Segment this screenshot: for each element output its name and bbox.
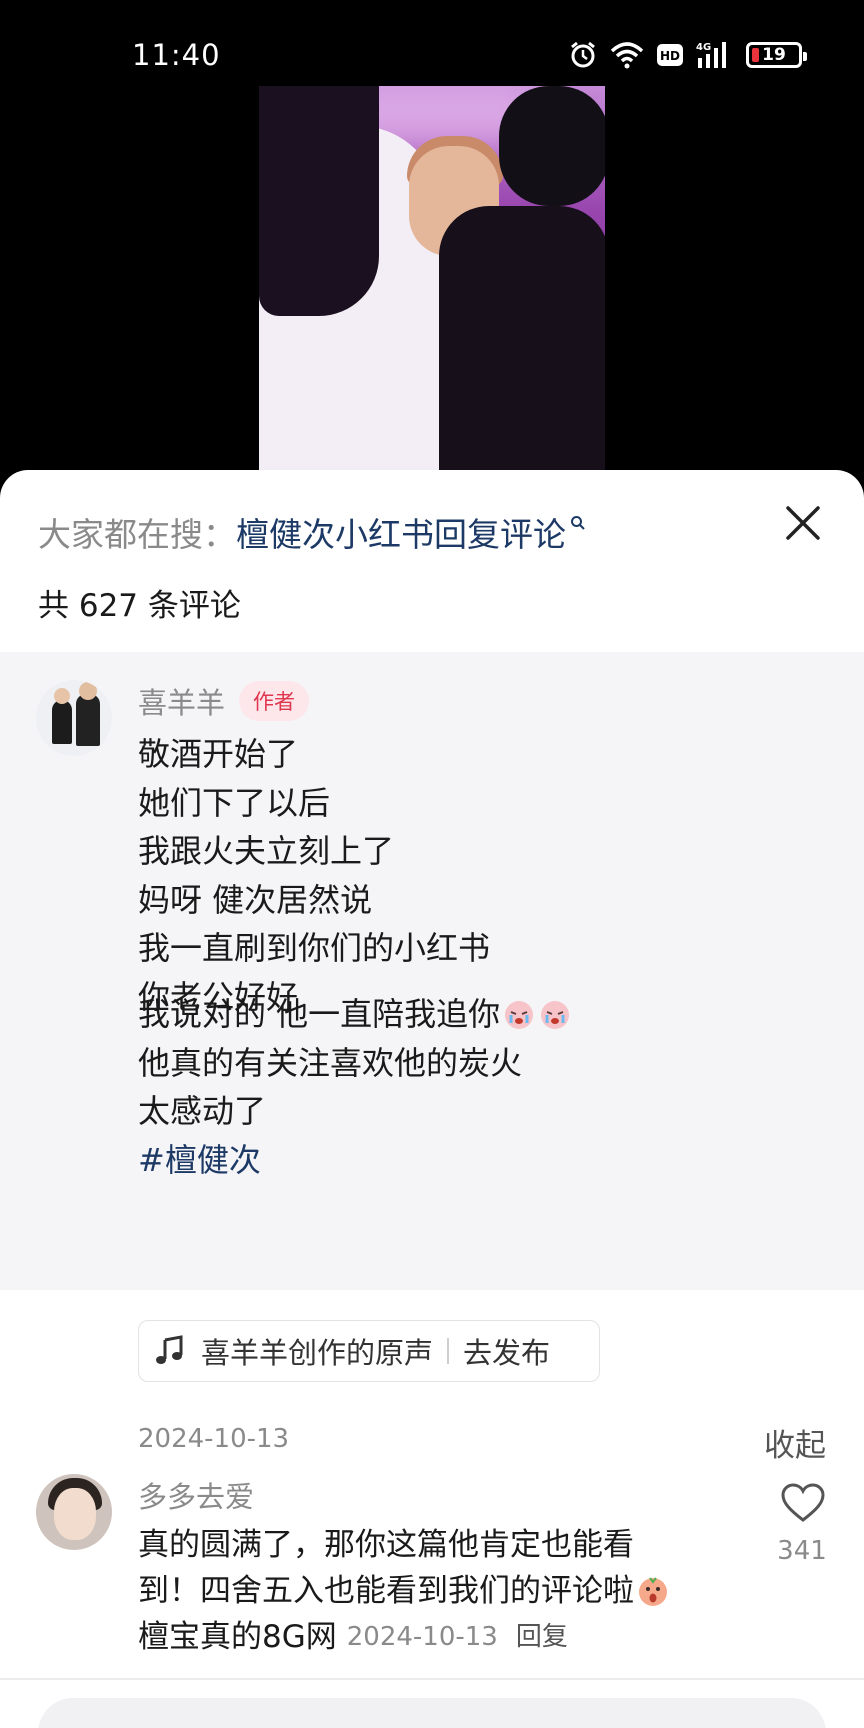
original-sound-label[interactable]: 喜羊羊创作的原声 bbox=[201, 1330, 433, 1372]
divider bbox=[0, 1678, 864, 1680]
like-count: 341 bbox=[777, 1536, 827, 1566]
author-badge: 作者 bbox=[239, 681, 310, 721]
divider bbox=[447, 1338, 450, 1364]
battery-level: 19 bbox=[762, 45, 786, 65]
search-icon bbox=[571, 516, 585, 530]
shocked-emoji-icon bbox=[639, 1577, 667, 1606]
comment-input-bar[interactable] bbox=[38, 1698, 826, 1728]
comment-line-with-meta: 檀宝真的8G网 2024-10-13 回复 bbox=[138, 1614, 728, 1660]
signal-4g-icon: 4G bbox=[696, 42, 726, 68]
status-bar: 11:40 HD 4G 19 bbox=[0, 0, 864, 86]
comment-count: 共 627 条评论 bbox=[38, 588, 241, 624]
trending-search-prefix: 大家都在搜： bbox=[38, 515, 236, 554]
trending-search[interactable]: 大家都在搜： 檀健次小红书回复评论 bbox=[38, 508, 586, 556]
svg-text:4G: 4G bbox=[696, 42, 711, 53]
comment-date: 2024-10-13 bbox=[346, 1622, 498, 1652]
crying-emoji-icon bbox=[505, 1001, 534, 1030]
comment-body-continued: 我说对的 他一直陪我追你 他真的有关注喜欢他的炭火 太感动了 #檀健次 bbox=[138, 990, 572, 1184]
comment-line: 他真的有关注喜欢他的炭火 bbox=[138, 1043, 523, 1082]
battery-icon: 19 bbox=[746, 42, 807, 68]
comment-line: 到！四舍五入也能看到我们的评论啦 bbox=[138, 1573, 634, 1609]
comment-date: 2024-10-13 bbox=[138, 1424, 290, 1454]
comment-author[interactable]: 喜羊羊 bbox=[138, 680, 225, 722]
video-preview[interactable] bbox=[259, 86, 605, 486]
hd-icon: HD bbox=[657, 44, 683, 66]
status-icons: HD 4G 19 bbox=[568, 40, 807, 70]
comment-line: 我说对的 他一直陪我追你 bbox=[138, 995, 501, 1033]
comment-line: 她们下了以后 bbox=[138, 783, 331, 822]
avatar[interactable] bbox=[36, 680, 112, 756]
avatar[interactable] bbox=[36, 1474, 112, 1550]
svg-text:HD: HD bbox=[660, 49, 680, 63]
comment-line: 敬酒开始了 bbox=[138, 735, 299, 773]
author-line: 喜羊羊 作者 bbox=[138, 680, 310, 722]
comment-line: 妈呀 健次居然说 bbox=[138, 880, 373, 919]
comment-body: 敬酒开始了 她们下了以后 我跟火夫立刻上了 妈呀 健次居然说 我一直刷到你们的小… bbox=[138, 730, 490, 1021]
alarm-icon bbox=[571, 41, 595, 68]
music-note-icon bbox=[156, 1335, 183, 1364]
comment-line: 檀宝真的8G网 bbox=[138, 1619, 337, 1655]
comment-line: 我跟火夫立刻上了 bbox=[138, 832, 395, 870]
comment-line: 我一直刷到你们的小红书 bbox=[138, 929, 491, 967]
heart-icon[interactable] bbox=[780, 1482, 826, 1524]
comment-line-with-emoji: 到！四舍五入也能看到我们的评论啦 bbox=[138, 1568, 728, 1614]
comment-line-with-emoji: 我说对的 他一直陪我追你 bbox=[138, 990, 572, 1039]
comment-body: 真的圆满了，那你这篇他肯定也能看 到！四舍五入也能看到我们的评论啦 檀宝真的8G… bbox=[138, 1522, 728, 1660]
publish-button[interactable]: 去发布 bbox=[463, 1330, 550, 1372]
status-time: 11:40 bbox=[132, 38, 221, 72]
original-sound-pill[interactable]: 喜羊羊创作的原声 去发布 bbox=[138, 1320, 600, 1382]
comment-line: 真的圆满了，那你这篇他肯定也能看 bbox=[138, 1527, 634, 1563]
pinned-comment: 喜羊羊 作者 敬酒开始了 她们下了以后 我跟火夫立刻上了 妈呀 健次居然说 我一… bbox=[0, 652, 864, 1464]
crying-emoji-icon bbox=[541, 1001, 570, 1030]
hashtag-link[interactable]: #檀健次 bbox=[138, 1136, 572, 1185]
comment-line: 太感动了 bbox=[138, 1092, 267, 1130]
trending-search-term[interactable]: 檀健次小红书回复评论 bbox=[236, 508, 566, 556]
comment-author[interactable]: 多多去爱 bbox=[138, 1474, 254, 1516]
wifi-icon bbox=[610, 42, 644, 69]
collapse-button[interactable]: 收起 bbox=[764, 1420, 826, 1465]
reply-button[interactable]: 回复 bbox=[516, 1614, 568, 1660]
close-icon[interactable] bbox=[780, 500, 826, 546]
